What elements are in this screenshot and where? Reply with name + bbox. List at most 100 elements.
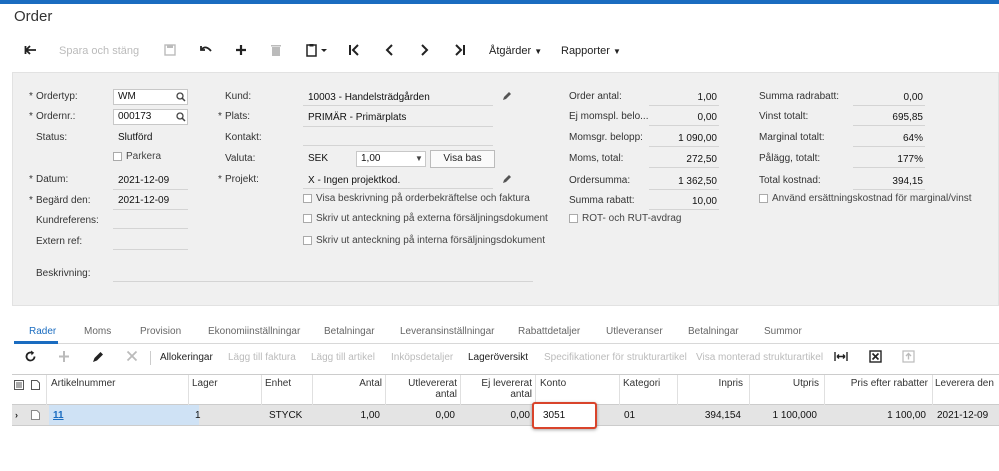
account-cell-highlight[interactable]: 3051: [532, 402, 597, 429]
column-divider: [535, 375, 536, 405]
currency-value[interactable]: SEK: [308, 153, 328, 164]
undo-button[interactable]: [199, 38, 213, 64]
use-replacement-cost-checkbox[interactable]: [759, 194, 768, 203]
col-header-price-after-discount[interactable]: Pris efter rabatter: [824, 378, 928, 389]
allocations-button[interactable]: Allokeringar: [160, 352, 213, 363]
col-header-warehouse[interactable]: Lager: [192, 378, 218, 389]
cell-delivered[interactable]: 0,00: [385, 410, 455, 421]
previous-record-button[interactable]: [384, 38, 394, 64]
edit-row-icon[interactable]: [92, 350, 104, 363]
reports-menu[interactable]: Rapporter ▼: [561, 38, 621, 64]
vat-amount-underline: [649, 146, 719, 147]
col-header-category[interactable]: Kategori: [623, 378, 660, 389]
search-icon[interactable]: [176, 92, 186, 102]
notes-column-icon[interactable]: [14, 380, 24, 390]
print-internal-note-checkbox[interactable]: [303, 236, 312, 245]
extern-ref-input[interactable]: [113, 249, 188, 250]
cell-warehouse[interactable]: 1: [195, 410, 201, 421]
description-input[interactable]: [113, 281, 533, 282]
rot-rut-checkbox[interactable]: [569, 214, 578, 223]
add-row-icon[interactable]: [58, 350, 70, 363]
add-invoice-button[interactable]: Lägg till faktura: [228, 352, 296, 363]
profit-total-label: Vinst totalt:: [759, 111, 809, 122]
customer-value[interactable]: 10003 - Handelsträdgården: [308, 92, 430, 103]
col-header-deliver-on[interactable]: Leverera den: [935, 378, 994, 389]
total-cost-label: Total kostnad:: [759, 175, 821, 186]
file-icon[interactable]: [31, 410, 40, 420]
print-internal-note-label: Skriv ut anteckning på interna försäljni…: [316, 235, 546, 246]
grid-header: Artikelnummer Lager Enhet Antal Utlevere…: [12, 375, 999, 405]
column-divider: [932, 375, 933, 405]
cell-qty[interactable]: 1,00: [312, 410, 380, 421]
refresh-icon[interactable]: [24, 350, 37, 363]
table-row[interactable]: › 11 1 STYCK 1,00 0,00 0,00 01 394,154 1…: [12, 405, 999, 426]
delete-row-icon[interactable]: [126, 350, 138, 363]
profit-total-underline: [853, 125, 925, 126]
tab-rabattdetaljer[interactable]: Rabattdetaljer: [518, 326, 580, 337]
save-button[interactable]: [164, 38, 176, 64]
tab-moms[interactable]: Moms: [84, 326, 111, 337]
tab-rader[interactable]: Rader: [29, 326, 56, 337]
caret-down-icon: ▼: [415, 154, 423, 163]
files-column-icon[interactable]: [31, 380, 40, 390]
total-cost-value: 394,15: [892, 176, 923, 187]
fit-columns-icon[interactable]: [834, 350, 848, 363]
contact-input[interactable]: [303, 145, 493, 146]
col-header-sale-price[interactable]: Utpris: [749, 378, 819, 389]
cell-purchase-price[interactable]: 394,154: [677, 410, 741, 421]
stock-overview-button[interactable]: Lageröversikt: [468, 352, 528, 363]
tab-summor[interactable]: Summor: [764, 326, 802, 337]
col-header-delivered[interactable]: Utlevererat antal: [385, 378, 457, 400]
undo-icon: [200, 46, 212, 52]
next-record-button[interactable]: [420, 38, 430, 64]
date-value[interactable]: 2021-12-09: [118, 175, 169, 186]
tab-ekonomiinstallningar[interactable]: Ekonomiinställningar: [208, 326, 300, 337]
cell-sale-price[interactable]: 1 100,000: [749, 410, 818, 421]
project-underline: [303, 188, 493, 189]
col-header-qty[interactable]: Antal: [312, 378, 382, 389]
tab-utleveranser[interactable]: Utleveranser: [606, 326, 663, 337]
tab-provision[interactable]: Provision: [140, 326, 181, 337]
show-assembled-button[interactable]: Visa monterad strukturartikel: [696, 352, 823, 363]
cell-unit[interactable]: STYCK: [269, 410, 302, 421]
line-discount-label: Summa radrabatt:: [759, 91, 840, 102]
col-header-account[interactable]: Konto: [540, 378, 566, 389]
tab-betalningar-2[interactable]: Betalningar: [688, 326, 739, 337]
show-base-button[interactable]: Visa bas: [430, 150, 495, 168]
order-summary-form: Ordertyp: WM Ordernr.: 000173 Status: Sl…: [12, 72, 999, 306]
structure-specs-button[interactable]: Specifikationer för strukturartikel: [544, 352, 687, 363]
col-header-purchase-price[interactable]: Inpris: [677, 378, 743, 389]
purchase-details-button[interactable]: Inköpsdetaljer: [391, 352, 453, 363]
delete-button[interactable]: [270, 38, 282, 64]
edit-icon[interactable]: [502, 91, 512, 101]
item-nr-link[interactable]: 11: [53, 410, 64, 421]
project-value[interactable]: X - Ingen projektkod.: [308, 175, 400, 186]
tab-betalningar[interactable]: Betalningar: [324, 326, 375, 337]
last-record-button[interactable]: [454, 38, 466, 64]
col-header-not-delivered[interactable]: Ej levererat antal: [460, 378, 532, 400]
cell-price-after-discount[interactable]: 1 100,00: [824, 410, 926, 421]
location-value[interactable]: PRIMÄR - Primärplats: [308, 112, 406, 123]
cell-not-delivered[interactable]: 0,00: [460, 410, 530, 421]
customer-ref-input[interactable]: [113, 228, 188, 229]
back-button[interactable]: [24, 38, 38, 64]
cell-deliver-on[interactable]: 2021-12-09: [937, 410, 988, 421]
first-record-button[interactable]: [348, 38, 360, 64]
cell-category[interactable]: 01: [624, 410, 635, 421]
print-external-note-checkbox[interactable]: [303, 214, 312, 223]
add-item-button[interactable]: Lägg till artikel: [311, 352, 375, 363]
show-description-checkbox[interactable]: [303, 194, 312, 203]
col-header-item-nr[interactable]: Artikelnummer: [51, 378, 115, 389]
park-checkbox[interactable]: [113, 152, 122, 161]
col-header-unit[interactable]: Enhet: [265, 378, 291, 389]
upload-icon[interactable]: [902, 350, 915, 363]
copy-paste-button[interactable]: [306, 38, 328, 64]
export-excel-icon[interactable]: [869, 350, 882, 363]
save-and-close-button[interactable]: Spara och stäng: [59, 38, 139, 64]
add-button[interactable]: [234, 38, 248, 64]
requested-date-value[interactable]: 2021-12-09: [118, 195, 169, 206]
edit-icon[interactable]: [502, 174, 512, 184]
search-icon[interactable]: [176, 112, 186, 122]
actions-menu[interactable]: Åtgärder ▼: [489, 38, 542, 64]
tab-leveransinstallningar[interactable]: Leveransinställningar: [400, 326, 495, 337]
